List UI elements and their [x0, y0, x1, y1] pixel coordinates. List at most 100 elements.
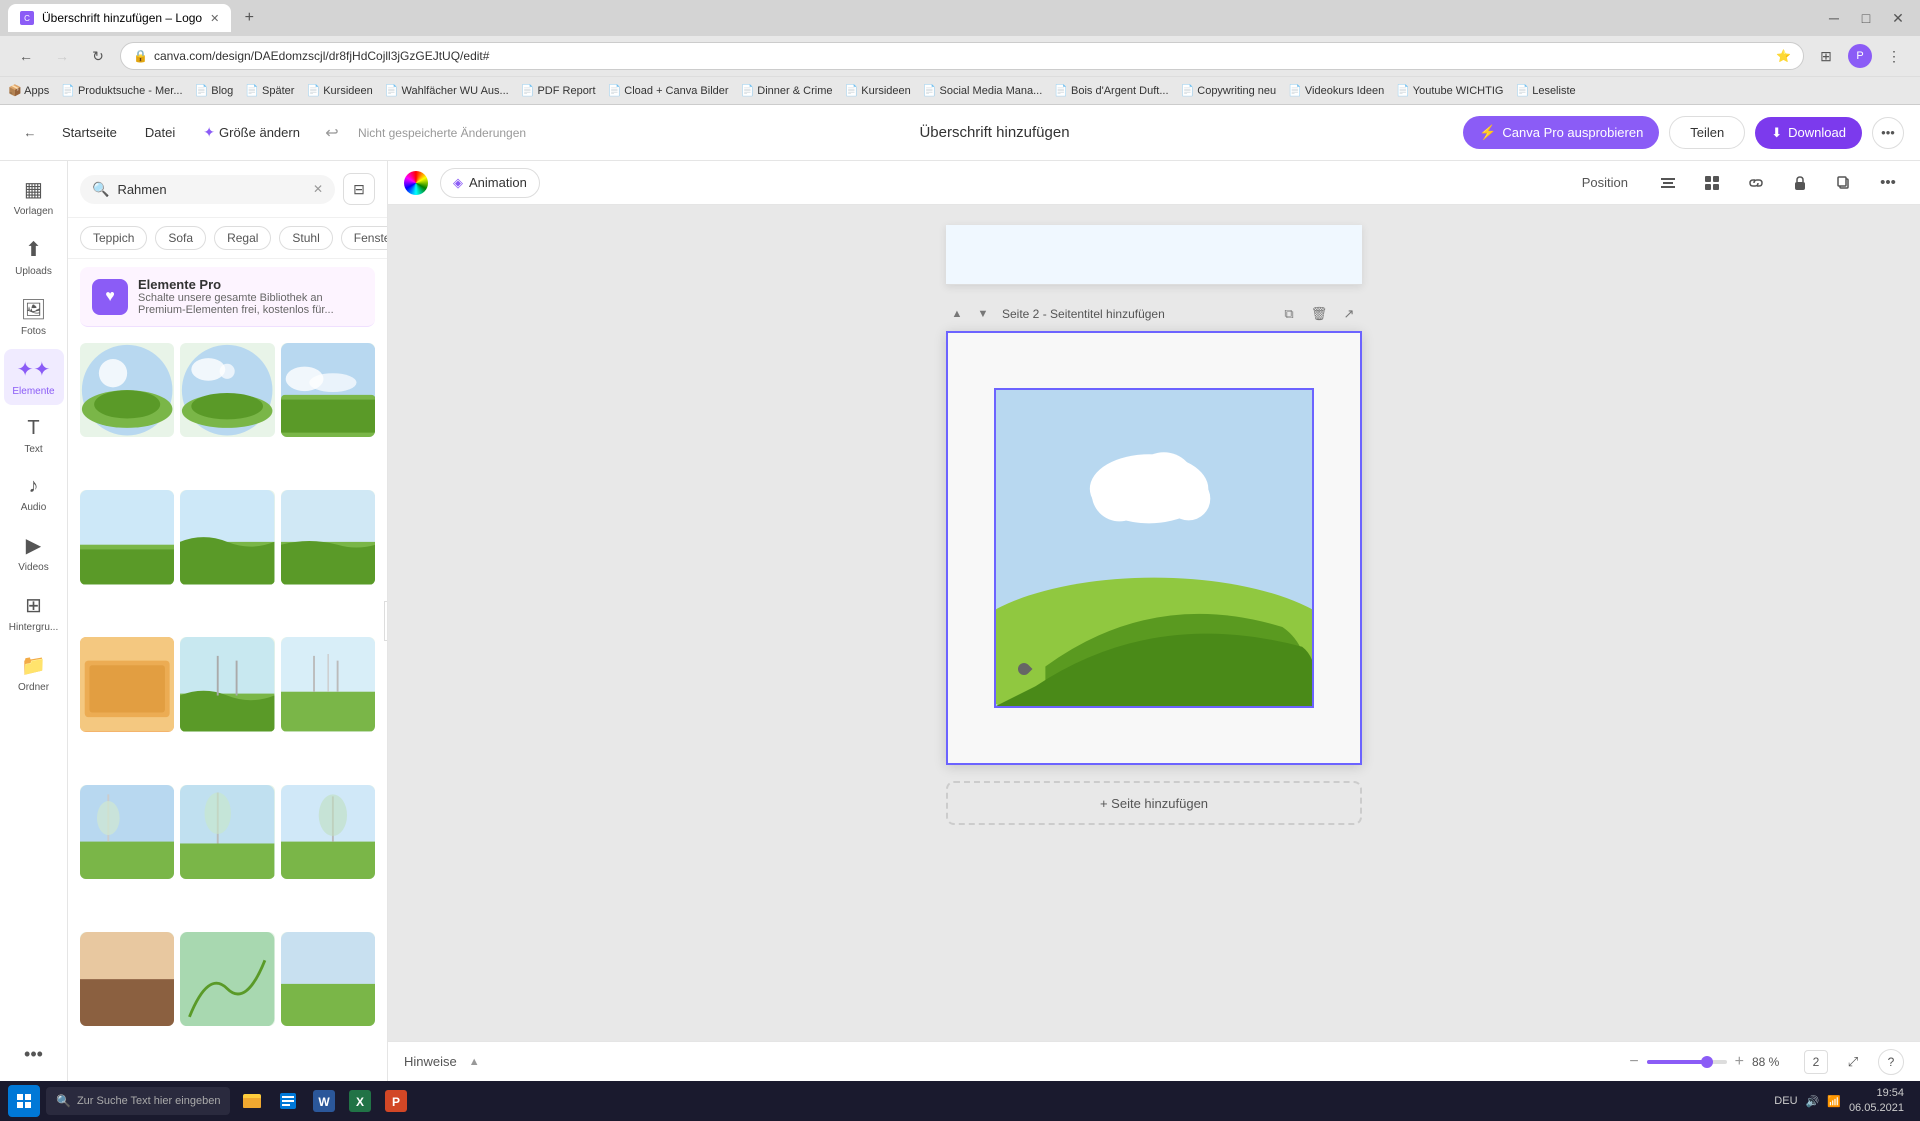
- taskbar-app-excel[interactable]: X: [344, 1085, 376, 1117]
- browser-menu-btn[interactable]: ⋮: [1880, 42, 1908, 70]
- close-btn[interactable]: ✕: [1884, 4, 1912, 32]
- selected-element[interactable]: [994, 388, 1314, 708]
- sidebar-item-videos[interactable]: ▶ Videos: [4, 525, 64, 581]
- sidebar-item-ordner[interactable]: 📁 Ordner: [4, 645, 64, 701]
- tag-sofa[interactable]: Sofa: [155, 226, 206, 250]
- download-btn[interactable]: ⬇ Download: [1755, 117, 1862, 149]
- bookmark-cload[interactable]: 📄 Cload + Canva Bilder: [608, 84, 729, 97]
- tag-fenster[interactable]: Fenster: [341, 226, 387, 250]
- sidebar-item-elemente[interactable]: ✦✦ Elemente: [4, 349, 64, 405]
- thumb-5[interactable]: [180, 490, 274, 584]
- thumb-3[interactable]: [281, 343, 375, 437]
- taskbar-clock[interactable]: 19:54 06.05.2021: [1849, 1086, 1904, 1117]
- animation-btn[interactable]: ◈ Animation: [440, 168, 540, 198]
- tag-stuhl[interactable]: Stuhl: [279, 226, 332, 250]
- page-delete-btn[interactable]: 🗑: [1306, 301, 1332, 327]
- extensions-btn[interactable]: ⊞: [1812, 42, 1840, 70]
- thumb-13[interactable]: [80, 932, 174, 1026]
- taskbar-app-explorer[interactable]: [236, 1085, 268, 1117]
- thumb-9[interactable]: [281, 637, 375, 731]
- refresh-btn[interactable]: ↻: [84, 42, 112, 70]
- help-btn[interactable]: ?: [1878, 1049, 1904, 1075]
- collapse-bottom-icon[interactable]: ▲: [469, 1056, 480, 1068]
- thumb-7[interactable]: [80, 637, 174, 731]
- design-title[interactable]: Überschrift hinzufügen: [919, 124, 1069, 141]
- search-clear-btn[interactable]: ✕: [313, 182, 323, 196]
- search-input-wrap[interactable]: 🔍 ✕: [80, 175, 335, 204]
- thumb-11[interactable]: [180, 785, 274, 879]
- tray-network-icon[interactable]: 📶: [1827, 1095, 1841, 1108]
- new-tab-btn[interactable]: +: [235, 4, 263, 32]
- minimize-btn[interactable]: ─: [1820, 4, 1848, 32]
- taskbar-app-powerpoint[interactable]: P: [380, 1085, 412, 1117]
- page-2-title[interactable]: Seite 2 - Seitentitel hinzufügen: [1002, 307, 1268, 321]
- taskbar-app-word[interactable]: W: [308, 1085, 340, 1117]
- align-icon-btn[interactable]: [1652, 167, 1684, 199]
- bookmark-blog[interactable]: 📄 Blog: [195, 84, 234, 97]
- page-nav-down-btn[interactable]: ▼: [972, 303, 994, 325]
- profile-btn[interactable]: P: [1848, 44, 1872, 68]
- more-options-btn[interactable]: •••: [1872, 117, 1904, 149]
- bookmark-leseliste[interactable]: 📄 Leseliste: [1515, 84, 1575, 97]
- zoom-slider-thumb[interactable]: [1701, 1056, 1713, 1068]
- color-picker-btn[interactable]: [404, 171, 428, 195]
- maximize-btn[interactable]: □: [1852, 4, 1880, 32]
- size-change-btn[interactable]: ✦ Größe ändern: [193, 118, 310, 147]
- thumb-4[interactable]: [80, 490, 174, 584]
- bookmark-videokurs[interactable]: 📄 Videokurs Ideen: [1288, 84, 1384, 97]
- sidebar-item-uploads[interactable]: ⬆ Uploads: [4, 229, 64, 285]
- forward-nav-btn[interactable]: →: [48, 42, 76, 70]
- notes-btn[interactable]: Hinweise: [404, 1054, 457, 1069]
- zoom-out-btn[interactable]: −: [1629, 1053, 1638, 1071]
- sidebar-item-audio[interactable]: ♪ Audio: [4, 467, 64, 521]
- back-to-home-btn[interactable]: ←: [16, 119, 44, 147]
- sidebar-item-vorlagen[interactable]: ▦ Vorlagen: [4, 169, 64, 225]
- bookmark-kursideen[interactable]: 📄 Kursideen: [306, 84, 372, 97]
- thumb-14[interactable]: [180, 932, 274, 1026]
- undo-btn[interactable]: ↩: [318, 119, 346, 147]
- sidebar-more-btn[interactable]: •••: [16, 1036, 51, 1073]
- taskbar-search[interactable]: 🔍 Zur Suche Text hier eingeben: [46, 1087, 230, 1115]
- bookmark-copywriting[interactable]: 📄 Copywriting neu: [1181, 84, 1277, 97]
- start-btn[interactable]: [8, 1085, 40, 1117]
- tag-teppich[interactable]: Teppich: [80, 226, 147, 250]
- page-nav-up-btn[interactable]: ▲: [946, 303, 968, 325]
- sidebar-item-hintergrund[interactable]: ⊞ Hintergru...: [4, 585, 64, 641]
- bookmark-produktsuche[interactable]: 📄 Produktsuche - Mer...: [61, 84, 182, 97]
- thumb-1[interactable]: [80, 343, 174, 437]
- tray-volume-icon[interactable]: 🔊: [1806, 1095, 1820, 1108]
- grid-icon-btn[interactable]: [1696, 167, 1728, 199]
- file-menu-btn[interactable]: Datei: [135, 119, 185, 146]
- back-nav-btn[interactable]: ←: [12, 42, 40, 70]
- page-duplicate-btn[interactable]: ⧉: [1276, 301, 1302, 327]
- lock-icon-btn[interactable]: [1784, 167, 1816, 199]
- home-btn[interactable]: Startseite: [52, 119, 127, 146]
- fullscreen-btn[interactable]: ⤢: [1840, 1049, 1866, 1075]
- taskbar-app-files[interactable]: [272, 1085, 304, 1117]
- sidebar-item-fotos[interactable]: 🖼 Fotos: [4, 289, 64, 345]
- pro-banner[interactable]: ♥ Elemente Pro Schalte unsere gesamte Bi…: [80, 267, 375, 327]
- thumb-10[interactable]: [80, 785, 174, 879]
- copy-icon-btn[interactable]: [1828, 167, 1860, 199]
- add-page-btn[interactable]: + Seite hinzufügen: [946, 781, 1362, 825]
- link-icon-btn[interactable]: [1740, 167, 1772, 199]
- thumb-12[interactable]: [281, 785, 375, 879]
- position-btn[interactable]: Position: [1570, 169, 1640, 196]
- bookmark-youtube[interactable]: 📄 Youtube WICHTIG: [1396, 84, 1503, 97]
- design-page-2[interactable]: [946, 331, 1362, 765]
- bookmark-social[interactable]: 📄 Social Media Mana...: [923, 84, 1042, 97]
- bookmark-wahlfaecher[interactable]: 📄 Wahlfächer WU Aus...: [385, 84, 509, 97]
- more-canvas-btn[interactable]: •••: [1872, 167, 1904, 199]
- filter-btn[interactable]: ⊟: [343, 173, 375, 205]
- page-share-btn[interactable]: ↗: [1336, 301, 1362, 327]
- thumb-8[interactable]: [180, 637, 274, 731]
- url-bar[interactable]: 🔒 canva.com/design/DAEdomzscjl/dr8fjHdCo…: [120, 42, 1804, 70]
- thumb-15[interactable]: [281, 932, 375, 1026]
- zoom-slider[interactable]: [1647, 1060, 1727, 1064]
- tab-close-btn[interactable]: ✕: [210, 12, 219, 25]
- bookmark-spaeter[interactable]: 📄 Später: [245, 84, 294, 97]
- canvas-scroll[interactable]: ▲ ▼ Seite 2 - Seitentitel hinzufügen ⧉ 🗑…: [388, 205, 1920, 1041]
- zoom-in-btn[interactable]: +: [1735, 1053, 1744, 1071]
- tag-regal[interactable]: Regal: [214, 226, 271, 250]
- bookmark-apps[interactable]: 📦 Apps: [8, 84, 49, 97]
